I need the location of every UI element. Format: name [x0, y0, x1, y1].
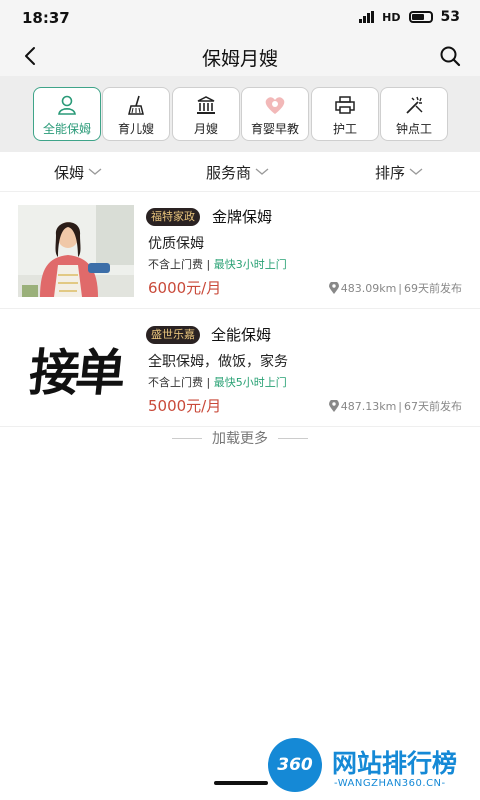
listing-description: 优质保姆 [148, 236, 204, 252]
listing-photo: 接单 [18, 323, 134, 415]
fee-text: 不含上门费 [148, 376, 203, 389]
category-caregiver[interactable]: 护工 [311, 87, 379, 141]
listing-title: 全能保姆 [211, 326, 272, 344]
watermark-logo: 360 [268, 738, 322, 792]
listing-price: 6000元/月 [148, 279, 222, 297]
listing-meta: 487.13km | 67天前发布 [328, 398, 462, 414]
location-pin-icon [328, 282, 339, 294]
page-title: 保姆月嫂 [201, 48, 278, 70]
listing-posted: 67天前发布 [404, 400, 462, 413]
category-label: 全能保姆 [42, 122, 91, 136]
category-label: 育儿嫂 [117, 122, 154, 136]
fee-separator: | [206, 258, 211, 271]
meta-separator: | [398, 399, 402, 413]
listing-card[interactable]: 福特家政 金牌保姆 优质保姆 不含上门费 | 最快3小时上门 6000元/月 4… [0, 193, 480, 309]
load-more-label: 加载更多 [212, 431, 268, 447]
category-label: 护工 [332, 122, 357, 136]
wand-icon [402, 94, 426, 116]
chevron-down-icon [255, 168, 269, 175]
battery-icon [408, 11, 433, 23]
home-indicator[interactable] [214, 781, 268, 785]
signal-icon [359, 11, 375, 23]
filter-nanny-type[interactable]: 保姆 [54, 152, 102, 192]
battery-level: 53 [440, 9, 460, 25]
status-icons: HD 53 [359, 9, 460, 25]
chevron-down-icon [88, 168, 102, 175]
top-bar: 保姆月嫂 [0, 36, 480, 76]
divider-line [172, 437, 202, 439]
status-bar: 18:37 HD 53 [0, 0, 480, 36]
search-icon [440, 46, 461, 67]
building-icon [194, 94, 218, 116]
category-maternity[interactable]: 月嫂 [172, 87, 240, 141]
listing-title: 金牌保姆 [212, 208, 273, 226]
fee-text: 不含上门费 [148, 258, 203, 271]
watermark: 360 网站排行榜 -WANGZHAN360.CN- [268, 736, 478, 798]
listing-description: 全职保姆，做饭，家务 [148, 354, 288, 370]
filter-provider[interactable]: 服务商 [206, 152, 269, 192]
status-time: 18:37 [22, 9, 70, 27]
fee-separator: | [206, 376, 211, 389]
location-pin-icon [328, 400, 339, 412]
watermark-title: 网站排行榜 [332, 749, 458, 778]
nanny-icon [55, 94, 79, 116]
quick-arrival-text: 最快5小时上门 [213, 376, 287, 389]
printer-icon [333, 94, 357, 116]
listing-distance: 487.13km [340, 399, 397, 413]
listing-meta: 483.09km | 69天前发布 [328, 280, 462, 296]
fee-row: 不含上门费 | 最快3小时上门 [148, 256, 287, 272]
fee-row: 不含上门费 | 最快5小时上门 [148, 374, 287, 390]
listing-posted: 69天前发布 [404, 282, 462, 295]
quick-arrival-text: 最快3小时上门 [213, 258, 287, 271]
divider-line [278, 437, 308, 439]
heart-baby-icon [263, 94, 287, 116]
category-label: 育婴早教 [250, 122, 299, 136]
category-childcare[interactable]: 育儿嫂 [102, 87, 170, 141]
load-more-button[interactable]: 加载更多 [0, 428, 480, 448]
category-nanny[interactable]: 全能保姆 [33, 87, 101, 141]
filter-label: 排序 [375, 163, 406, 182]
category-early-education[interactable]: 育婴早教 [241, 87, 309, 141]
listing-distance: 483.09km [340, 281, 397, 295]
category-strip: 全能保姆 育儿嫂 月嫂 育婴早教 护工 钟点工 [0, 76, 480, 152]
category-label: 钟点工 [395, 122, 432, 136]
listing-card[interactable]: 接单 盛世乐嘉 全能保姆 全职保姆，做饭，家务 不含上门费 | 最快5小时上门 … [0, 311, 480, 427]
company-tag: 福特家政 [146, 208, 200, 226]
filter-bar: 保姆 服务商 排序 [0, 152, 480, 192]
meta-separator: | [398, 281, 402, 295]
broom-icon [124, 94, 148, 116]
chevron-down-icon [409, 168, 423, 175]
filter-label: 服务商 [206, 163, 252, 182]
company-tag: 盛世乐嘉 [146, 326, 200, 344]
filter-label: 保姆 [54, 163, 85, 182]
wifi-icon: HD [382, 10, 401, 24]
search-button[interactable] [434, 40, 466, 72]
filter-sort[interactable]: 排序 [375, 152, 423, 192]
watermark-subtitle: -WANGZHAN360.CN- [334, 778, 446, 789]
category-hourly[interactable]: 钟点工 [380, 87, 448, 141]
listing-photo [18, 205, 134, 297]
category-label: 月嫂 [193, 122, 218, 136]
listing-price: 5000元/月 [148, 397, 222, 415]
thumb-calligraphy: 接单 [26, 343, 125, 402]
